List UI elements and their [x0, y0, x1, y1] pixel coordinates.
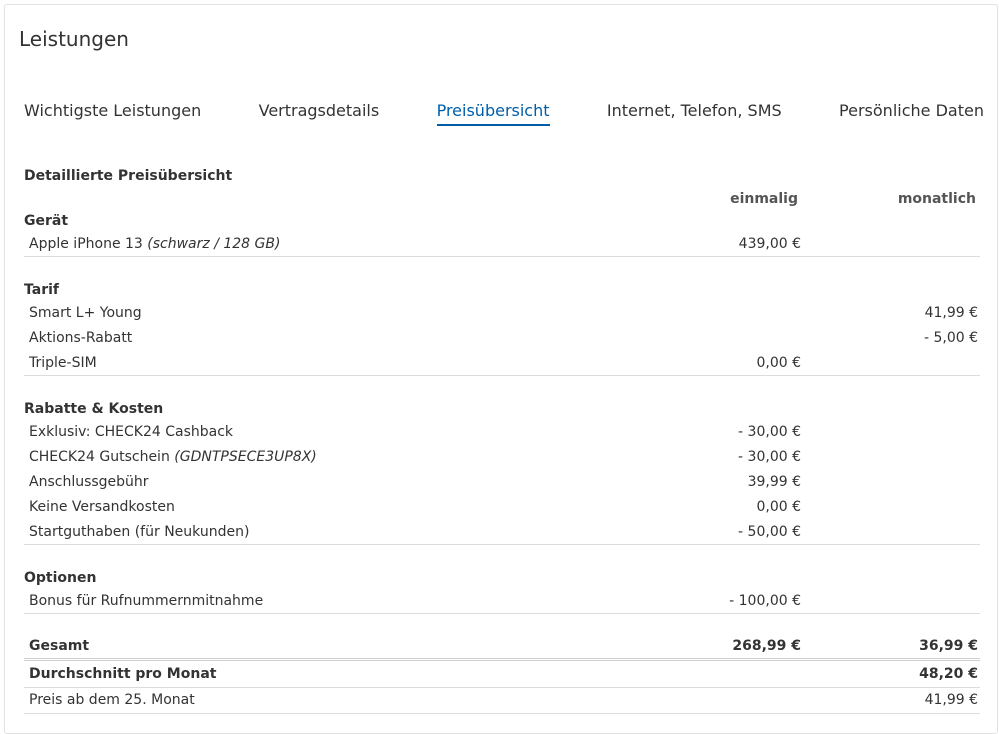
section-title-device: Gerät	[24, 213, 69, 229]
section-title-tariff: Tarif	[24, 282, 59, 298]
row-once: - 30,00 €	[738, 449, 801, 465]
row-label: Startguthaben (für Neukunden)	[29, 524, 250, 540]
total-once: 268,99 €	[732, 638, 801, 654]
row-label: Anschlussgebühr	[29, 474, 149, 490]
price-row: Smart L+ Young 41,99 €	[24, 301, 980, 326]
average-monthly: 48,20 €	[919, 666, 978, 682]
row-label: Bonus für Rufnummernmitnahme	[29, 593, 264, 609]
row-label: Keine Versandkosten	[29, 499, 175, 515]
tab-preisuebersicht[interactable]: Preisübersicht	[436, 101, 550, 126]
price-row: Aktions-Rabatt - 5,00 €	[24, 326, 980, 351]
card-title: Leistungen	[19, 27, 129, 51]
average-label: Durchschnitt pro Monat	[29, 666, 217, 682]
after-monthly: 41,99 €	[924, 692, 978, 708]
tab-vertragsdetails[interactable]: Vertragsdetails	[259, 101, 380, 126]
section-title-options: Optionen	[24, 570, 97, 586]
total-row: Gesamt 268,99 € 36,99 €	[24, 631, 980, 661]
row-once: 0,00 €	[756, 499, 801, 515]
total-label: Gesamt	[29, 638, 90, 654]
section-title-discounts: Rabatte & Kosten	[24, 401, 164, 417]
row-once: 0,00 €	[756, 355, 801, 371]
tab-bar: Wichtigste Leistungen Vertragsdetails Pr…	[24, 101, 984, 131]
price-row: Keine Versandkosten 0,00 €	[24, 495, 980, 520]
price-row: Apple iPhone 13 (schwarz / 128 GB) 439,0…	[24, 232, 980, 257]
after-24-months-row: Preis ab dem 25. Monat 41,99 €	[24, 688, 980, 714]
price-row: Exklusiv: CHECK24 Cashback - 30,00 €	[24, 420, 980, 445]
column-header-monthly: monatlich	[897, 191, 976, 207]
price-row: Bonus für Rufnummernmitnahme - 100,00 €	[24, 589, 980, 614]
price-row: Anschlussgebühr 39,99 €	[24, 470, 980, 495]
row-label: Triple-SIM	[29, 355, 97, 371]
voucher-code: (GDNTPSECE3UP8X)	[174, 449, 317, 465]
price-row: Startguthaben (für Neukunden) - 50,00 €	[24, 520, 980, 545]
row-once: - 30,00 €	[738, 424, 801, 440]
tab-persoenliche-daten[interactable]: Persönliche Daten	[839, 101, 984, 126]
price-overview-title: Detaillierte Preisübersicht	[24, 168, 233, 184]
row-once: - 50,00 €	[738, 524, 801, 540]
row-monthly: - 5,00 €	[923, 330, 978, 346]
column-header-once: einmalig	[730, 191, 798, 207]
average-row: Durchschnitt pro Monat 48,20 €	[24, 662, 980, 688]
row-label: Smart L+ Young	[29, 305, 142, 321]
services-card: Leistungen Wichtigste Leistungen Vertrag…	[4, 4, 998, 734]
row-once: 39,99 €	[747, 474, 801, 490]
row-note: (schwarz / 128 GB)	[147, 236, 281, 252]
row-label: Exklusiv: CHECK24 Cashback	[29, 424, 234, 440]
row-label: CHECK24 Gutschein	[29, 449, 170, 465]
price-row: Triple-SIM 0,00 €	[24, 351, 980, 376]
row-once: - 100,00 €	[729, 593, 801, 609]
tab-internet-telefon-sms[interactable]: Internet, Telefon, SMS	[607, 101, 782, 126]
price-row: CHECK24 Gutschein (GDNTPSECE3UP8X) - 30,…	[24, 445, 980, 470]
after-label: Preis ab dem 25. Monat	[29, 692, 195, 708]
row-label: Aktions-Rabatt	[29, 330, 133, 346]
row-monthly: 41,99 €	[924, 305, 978, 321]
tab-wichtigste-leistungen[interactable]: Wichtigste Leistungen	[24, 101, 201, 126]
row-once: 439,00 €	[738, 236, 801, 252]
total-monthly: 36,99 €	[919, 638, 978, 654]
row-label: Apple iPhone 13	[29, 236, 143, 252]
